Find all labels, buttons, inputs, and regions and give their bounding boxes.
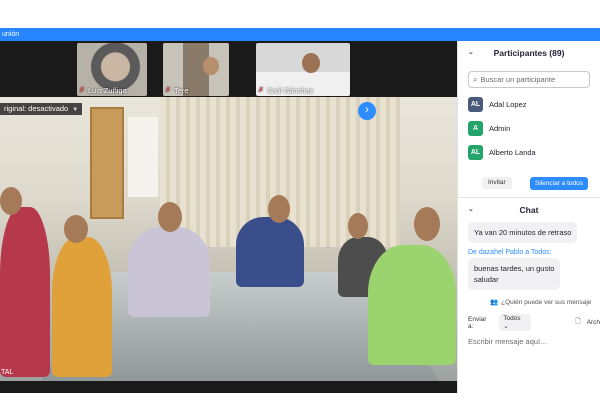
participant-row[interactable]: AL Adal Lopez xyxy=(458,92,600,116)
chat-message: Ya van 20 minutos de retraso xyxy=(468,222,578,243)
participant-thumbnail[interactable]: ✗ Saúl Sánchez xyxy=(256,43,350,96)
chat-sender: De dazahel Pablo a Todos: xyxy=(468,249,552,256)
participant-name: Alberto Landa xyxy=(489,147,536,157)
avatar: A xyxy=(468,120,483,136)
people-icon: 👥 xyxy=(490,299,499,306)
avatar: AL xyxy=(468,144,483,160)
participants-header: ⌄ Participantes (89) xyxy=(458,41,600,65)
muted-mic-icon: ✗ xyxy=(165,87,171,94)
send-to-label: Enviar a: xyxy=(468,315,487,330)
chat-message-input[interactable]: Escribir mensaje aquí... xyxy=(468,337,600,346)
attendee xyxy=(368,245,456,365)
background-window xyxy=(128,117,158,197)
thumbnail-name: ✗ Luis Zuñiga xyxy=(79,86,127,95)
participant-thumbnail[interactable]: ✗ Luis Zuñiga xyxy=(77,43,147,96)
participant-name: Adal Lopez xyxy=(489,99,527,109)
chevron-down-icon: ▼ xyxy=(72,107,79,113)
participant-row[interactable]: AL Alberto Landa xyxy=(458,140,600,164)
participant-search-input[interactable]: ⌕ Buscar un participante xyxy=(468,71,590,88)
file-button[interactable]: Arch xyxy=(587,319,600,326)
thumbnail-name: ✗ Saúl Sánchez xyxy=(258,86,314,95)
thumbnail-name: ✗ Tere xyxy=(165,86,189,95)
send-to-dropdown[interactable]: Todos ⌄ xyxy=(499,314,532,331)
right-sidebar: ⌄ Participantes (89) ⌕ Buscar un partici… xyxy=(457,41,600,393)
speaker-name-label: TAL xyxy=(1,369,14,376)
next-page-button[interactable]: › xyxy=(358,102,376,120)
active-speaker-video xyxy=(0,97,457,381)
thumbnail-strip: ✗ Luis Zuñiga ✗ Tere ✗ Saúl Sánchez xyxy=(0,41,457,97)
attendee xyxy=(0,207,50,377)
chat-header: ⌄ Chat xyxy=(458,198,600,222)
mute-all-button[interactable]: Silenciar a todos xyxy=(529,176,588,190)
muted-mic-icon: ✗ xyxy=(79,87,85,94)
attendee xyxy=(236,217,304,287)
chevron-down-icon[interactable]: ⌄ xyxy=(468,41,474,65)
participant-row[interactable]: A Admin xyxy=(458,116,600,140)
original-sound-dropdown[interactable]: riginal: desactivado ▼ xyxy=(0,103,83,115)
chevron-down-icon[interactable]: ⌄ xyxy=(468,198,474,222)
muted-mic-icon: ✗ xyxy=(258,87,264,94)
background-door xyxy=(90,107,124,219)
chat-message: buenas tardes, un gusto saludar xyxy=(468,258,561,290)
attendee xyxy=(52,237,112,377)
avatar: AL xyxy=(468,96,483,112)
video-stage: ✗ Luis Zuñiga ✗ Tere ✗ Saúl Sánchez rigi… xyxy=(0,41,457,393)
participant-name: Admin xyxy=(489,123,511,133)
window-title: unión xyxy=(2,31,20,38)
window-titlebar: unión xyxy=(0,28,600,41)
search-icon: ⌕ xyxy=(473,75,478,84)
participant-thumbnail[interactable]: ✗ Tere xyxy=(163,43,229,96)
attendee xyxy=(128,227,210,317)
file-icon[interactable]: 🗋 xyxy=(575,317,580,328)
invite-button[interactable]: Invitar xyxy=(482,177,512,189)
who-can-see-link[interactable]: 👥 ¿Quién puede ver sus mensaje xyxy=(490,298,600,307)
